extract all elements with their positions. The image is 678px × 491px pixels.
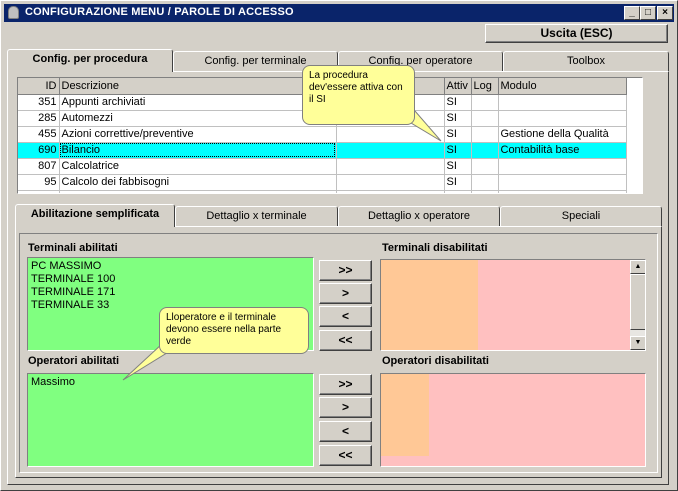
operatori-abilitati-label: Operatori abilitati — [28, 355, 120, 367]
tab-dettaglio-terminale[interactable]: Dettaglio x terminale — [175, 206, 338, 227]
cell-log[interactable] — [471, 174, 499, 191]
cell-id[interactable]: 95 — [18, 174, 60, 191]
tab-config-procedura[interactable]: Config. per procedura — [7, 49, 173, 72]
cell-attiv[interactable]: SI — [444, 174, 472, 191]
tab-toolbox[interactable]: Toolbox — [503, 51, 669, 72]
col-descrizione[interactable]: Descrizione — [59, 78, 337, 95]
move-right-button[interactable]: > — [319, 397, 372, 418]
terminali-abilitati-label: Terminali abilitati — [28, 242, 118, 254]
move-left-button[interactable]: < — [319, 306, 372, 327]
list-highlight-area — [381, 260, 478, 350]
scroll-thumb[interactable] — [630, 274, 645, 330]
col-id[interactable]: ID — [18, 78, 60, 95]
tab-dettaglio-operatore[interactable]: Dettaglio x operatore — [338, 206, 500, 227]
move-all-left-button[interactable]: << — [319, 445, 372, 466]
cell-descrizione[interactable]: Bilancio — [59, 142, 337, 159]
cell-log[interactable] — [471, 190, 499, 193]
cell-modulo[interactable] — [498, 190, 627, 193]
cell-descrizione[interactable]: Automezzi — [59, 110, 337, 127]
cell-attiv[interactable]: SI — [444, 158, 472, 175]
terminali-disabilitati-list[interactable]: ▲ ▼ — [380, 259, 646, 351]
move-all-left-button[interactable]: << — [319, 330, 372, 351]
terminali-scrollbar[interactable]: ▲ ▼ — [630, 260, 645, 350]
cell-id[interactable]: 351 — [18, 94, 60, 111]
list-item[interactable]: TERMINALE 100 — [28, 273, 313, 286]
table-row[interactable]: 95 Calcolo dei fabbisogni SI — [18, 174, 627, 191]
cell-log[interactable] — [471, 142, 499, 159]
exit-button[interactable]: Uscita (ESC) — [485, 24, 668, 43]
minimize-button[interactable]: _ — [624, 6, 640, 20]
table-row[interactable]: 455 Azioni correttive/preventive SI Gestion… — [18, 126, 627, 143]
cell-log[interactable] — [471, 94, 499, 111]
cell-descrizione[interactable]: Appunti archiviati — [59, 94, 337, 111]
cell-descrizione[interactable]: Calcolatrice — [59, 158, 337, 175]
main-window: CONFIGURAZIONE MENU / PAROLE DI ACCESSO … — [0, 0, 678, 491]
callout-zona-verde: Lloperatore e il terminale devono essere… — [159, 307, 309, 354]
cell-attiv[interactable]: SI — [444, 94, 472, 111]
tab-speciali[interactable]: Speciali — [500, 206, 662, 227]
cell-id[interactable]: 285 — [18, 110, 60, 127]
cell-gruppo[interactable] — [336, 190, 445, 193]
cell-id[interactable]: 690 — [18, 142, 60, 159]
list-highlight-area — [381, 374, 429, 456]
cell-gruppo[interactable] — [336, 174, 445, 191]
maximize-button[interactable]: □ — [640, 6, 656, 20]
lock-icon — [8, 6, 19, 19]
cell-modulo[interactable]: Contabilità base — [498, 142, 627, 159]
move-right-button[interactable]: > — [319, 283, 372, 304]
col-modulo[interactable]: Modulo — [498, 78, 627, 95]
move-left-button[interactable]: < — [319, 421, 372, 442]
cell-modulo[interactable] — [498, 158, 627, 175]
table-row[interactable]: 690 Bilancio SI Contabilità base — [18, 142, 627, 159]
col-log[interactable]: Log — [471, 78, 499, 95]
callout-procedura: La procedura dev'essere attiva con il SI — [302, 65, 415, 125]
col-attiv[interactable]: Attiv — [444, 78, 472, 95]
cell-descrizione[interactable]: Cambio archivio — [59, 190, 337, 193]
cell-modulo[interactable] — [498, 174, 627, 191]
list-item[interactable]: TERMINALE 171 — [28, 286, 313, 299]
close-button[interactable]: × — [657, 6, 673, 20]
cell-attiv[interactable]: SI — [444, 190, 472, 193]
tab-abilitazione-semplificata[interactable]: Abilitazione semplificata — [15, 204, 175, 227]
cell-modulo[interactable] — [498, 110, 627, 127]
cell-id[interactable]: 807 — [18, 158, 60, 175]
move-all-right-button[interactable]: >> — [319, 374, 372, 395]
table-row[interactable]: 807 Calcolatrice SI — [18, 158, 627, 175]
cell-gruppo[interactable] — [336, 158, 445, 175]
cell-log[interactable] — [471, 126, 499, 143]
cell-modulo[interactable]: Gestione della Qualità — [498, 126, 627, 143]
cell-descrizione[interactable]: Azioni correttive/preventive — [59, 126, 337, 143]
move-all-right-button[interactable]: >> — [319, 260, 372, 281]
list-item[interactable]: PC MASSIMO — [28, 260, 313, 273]
operatori-abilitati-list[interactable]: Massimo — [27, 373, 314, 467]
scroll-up-icon[interactable]: ▲ — [630, 260, 645, 274]
cell-descrizione[interactable]: Calcolo dei fabbisogni — [59, 174, 337, 191]
scroll-down-icon[interactable]: ▼ — [630, 336, 645, 350]
cell-log[interactable] — [471, 110, 499, 127]
operatori-disabilitati-list[interactable] — [380, 373, 646, 467]
table-row[interactable]: 59Cambio archivio SI — [18, 190, 627, 193]
cell-id[interactable]: 59 — [18, 190, 60, 193]
cell-id[interactable]: 455 — [18, 126, 60, 143]
cell-log[interactable] — [471, 158, 499, 175]
cell-modulo[interactable] — [498, 94, 627, 111]
title-bar: CONFIGURAZIONE MENU / PAROLE DI ACCESSO … — [4, 4, 674, 22]
terminali-disabilitati-label: Terminali disabilitati — [382, 242, 488, 254]
operatori-disabilitati-label: Operatori disabilitati — [382, 355, 489, 367]
window-title: CONFIGURAZIONE MENU / PAROLE DI ACCESSO — [25, 6, 294, 18]
